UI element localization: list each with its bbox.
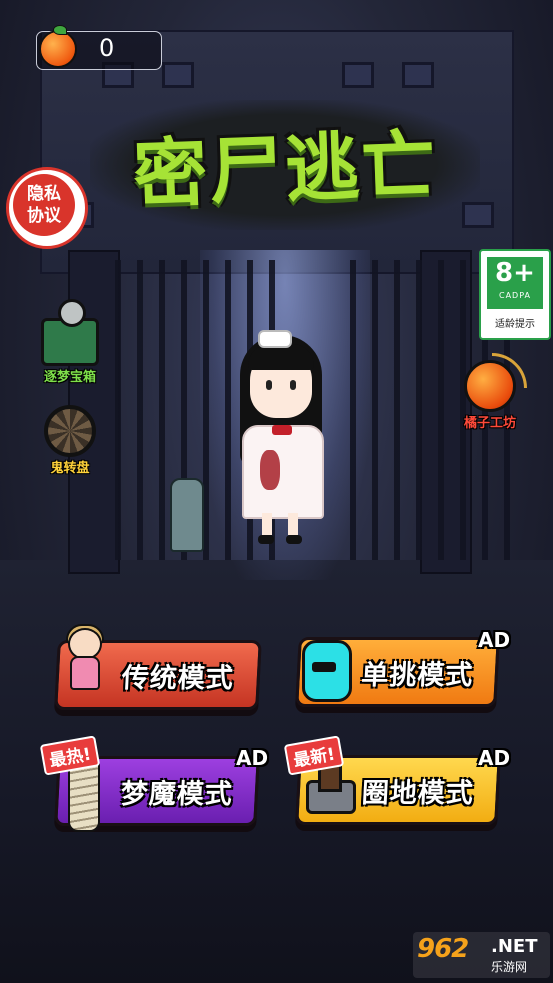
girl-dress xyxy=(242,425,324,519)
watermark-net: .NET xyxy=(491,936,538,957)
age-rating-box: 8+ CADPA xyxy=(487,257,543,309)
nightmare-mode-ad-tag: AD xyxy=(236,746,269,770)
girl-bow xyxy=(272,425,292,435)
zombie-hand xyxy=(170,478,204,552)
privacy-policy-label: 隐私 协议 xyxy=(13,174,75,236)
privacy-line1: 隐私 xyxy=(27,184,61,204)
orange-icon xyxy=(39,25,77,68)
game-title: 密尸逃亡 xyxy=(90,100,480,230)
game-title-text: 密尸逃亡 xyxy=(131,121,439,219)
currency-counter: 0 xyxy=(36,25,162,70)
dream-chest-label: 逐梦宝箱 xyxy=(43,370,96,385)
privacy-line2: 协议 xyxy=(27,206,61,226)
currency-count: 0 xyxy=(99,34,115,62)
ghost-wheel-button[interactable]: 鬼转盘 xyxy=(30,405,110,476)
ghost-wheel-icon xyxy=(44,405,96,457)
girl-eye xyxy=(290,380,296,390)
blood-stain xyxy=(260,450,280,490)
age-rating-hint: 适龄提示 xyxy=(495,319,535,330)
girl-eye xyxy=(266,380,272,390)
doll-icon xyxy=(64,624,104,698)
watermark-sub: 乐游网 xyxy=(491,960,528,974)
girl-leg xyxy=(262,513,272,535)
girl-shoe xyxy=(286,535,302,544)
tangerine-workshop-icon xyxy=(464,360,516,412)
building-window xyxy=(402,62,434,88)
treasure-chest-icon xyxy=(41,299,99,366)
ghost-wheel-label: 鬼转盘 xyxy=(50,461,90,476)
blue-monster-icon xyxy=(302,632,352,702)
age-rating-badge[interactable]: 8+ CADPA 适龄提示 xyxy=(479,249,551,340)
girl-character xyxy=(230,330,330,550)
age-rating-org: CADPA xyxy=(498,291,531,300)
site-watermark: 962 .NET 乐游网 xyxy=(413,932,550,978)
age-rating-value: 8+ xyxy=(495,258,535,288)
dream-chest-button[interactable]: 逐梦宝箱 xyxy=(30,299,110,385)
building-window xyxy=(162,62,194,88)
girl-ribbon xyxy=(258,330,292,348)
girl-leg xyxy=(288,513,298,535)
single-mode-ad-tag: AD xyxy=(478,628,511,652)
tangerine-workshop-button[interactable]: 橘子工坊 xyxy=(444,360,536,431)
territory-mode-ad-tag: AD xyxy=(478,746,511,770)
watermark-brand: 962 xyxy=(417,934,469,964)
girl-shoe xyxy=(258,535,274,544)
privacy-policy-button[interactable]: 隐私 协议 xyxy=(6,167,88,249)
building-window xyxy=(342,62,374,88)
